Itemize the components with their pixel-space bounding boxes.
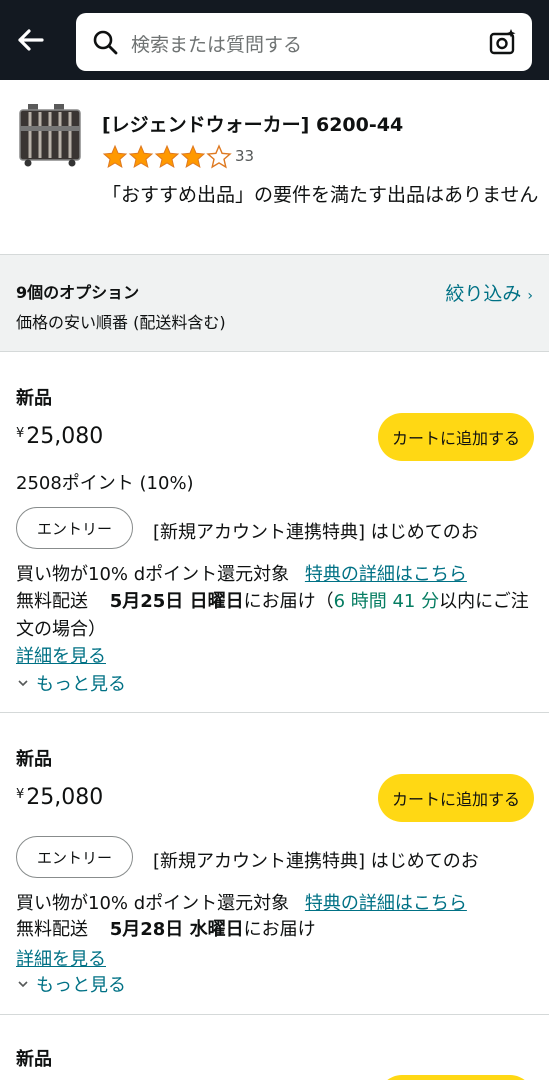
offer-card: 新品 ¥25,080 カートに追加する 2508ポイント (10%) エントリー… (0, 352, 549, 713)
search-input[interactable]: 検索または質問する (131, 30, 302, 57)
chevron-down-icon (18, 680, 28, 687)
filter-button[interactable]: 絞り込み › (445, 279, 533, 306)
suitcase-thumbnail[interactable] (16, 102, 84, 168)
search-box[interactable]: 検索または質問する (76, 13, 532, 71)
top-bar: 検索または質問する (0, 0, 549, 80)
promo-text: [新規アカウント連携特典] はじめてのお (153, 851, 479, 872)
chevron-down-icon (18, 981, 28, 988)
offer-condition: 新品 (16, 388, 52, 409)
promo-text-continued: 買い物が10% dポイント還元対象 特典の詳細はこちら (16, 893, 467, 914)
promo-details-link[interactable]: 特典の詳細はこちら (305, 893, 467, 914)
star-full-icon (180, 144, 206, 169)
offer-condition: 新品 (16, 749, 52, 770)
details-link[interactable]: 詳細を見る (16, 945, 106, 971)
sort-order-label: 価格の安い順番 (配送料含む) (16, 313, 226, 332)
free-shipping-label: 無料配送 (16, 591, 88, 612)
show-more-link[interactable]: もっと見る (16, 971, 126, 997)
star-rating[interactable] (102, 144, 232, 170)
product-title[interactable]: [レジェンドウォーカー] 6200-44 (102, 110, 403, 137)
search-icon (93, 30, 118, 55)
show-more-link[interactable]: もっと見る (16, 670, 126, 696)
add-to-cart-button[interactable]: カートに追加する (378, 413, 534, 461)
product-summary: [レジェンドウォーカー] 6200-44 33 「おすすめ出品」の要件を満たす出… (0, 80, 549, 254)
back-arrow-icon[interactable] (12, 22, 48, 58)
star-empty-icon (206, 144, 232, 169)
entry-button[interactable]: エントリー (16, 507, 133, 549)
delivery-date: 5月28日 水曜日 (109, 919, 244, 940)
offer-condition: 新品 (16, 1049, 52, 1070)
add-to-cart-button[interactable] (378, 1075, 534, 1080)
filter-label: 絞り込み (445, 283, 522, 305)
promo-text: [新規アカウント連携特典] はじめてのお (153, 522, 479, 543)
offer-card: 新品 ¥25,080 カートに追加する エントリー [新規アカウント連携特典] … (0, 713, 549, 1015)
rating-count[interactable]: 33 (235, 147, 254, 165)
star-full-icon (154, 144, 180, 169)
order-countdown: 6 時間 41 分 (333, 591, 440, 612)
free-shipping-label: 無料配送 (16, 919, 88, 940)
details-link[interactable]: 詳細を見る (16, 642, 106, 668)
offer-card: 新品 (0, 1015, 549, 1080)
camera-search-icon[interactable] (488, 27, 518, 57)
star-full-icon (102, 144, 128, 169)
delivery-info: 無料配送 5月28日 水曜日にお届け (16, 919, 316, 940)
offer-price: ¥25,080 (16, 424, 104, 449)
add-to-cart-button[interactable]: カートに追加する (378, 774, 534, 822)
star-full-icon (128, 144, 154, 169)
options-count: 9個のオプション (16, 283, 140, 302)
promo-text-continued: 買い物が10% dポイント還元対象 特典の詳細はこちら (16, 564, 467, 585)
entry-button[interactable]: エントリー (16, 836, 133, 878)
delivery-info: 無料配送 5月25日 日曜日にお届け（6 時間 41 分以内にご注文の場合） (16, 591, 529, 640)
delivery-date: 5月25日 日曜日 (109, 591, 244, 612)
promo-details-link[interactable]: 特典の詳細はこちら (305, 564, 467, 585)
chevron-right-icon: › (527, 288, 533, 304)
options-bar: 9個のオプション 価格の安い順番 (配送料含む) 絞り込み › (0, 254, 549, 352)
no-featured-offer-notice: 「おすすめ出品」の要件を満たす出品はありません (102, 184, 539, 206)
offer-price: ¥25,080 (16, 785, 104, 810)
points-label: 2508ポイント (10%) (16, 473, 194, 494)
